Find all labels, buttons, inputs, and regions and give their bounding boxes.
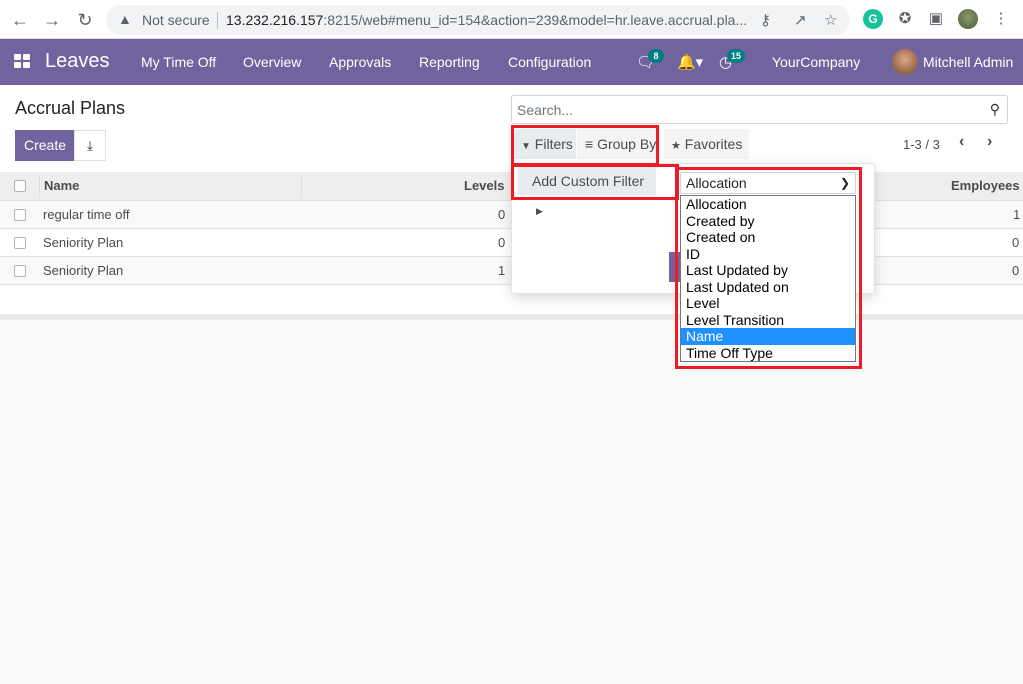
search-input[interactable] bbox=[517, 102, 977, 118]
activities-badge: 15 bbox=[727, 49, 746, 63]
download-icon: ⤓ bbox=[87, 138, 93, 153]
highlight-box-add-custom-filter bbox=[511, 164, 679, 200]
cell-name: regular time off bbox=[43, 207, 130, 222]
highlight-box-filters-groupby bbox=[511, 125, 659, 166]
cell-name: Seniority Plan bbox=[43, 235, 124, 250]
row-checkbox[interactable] bbox=[14, 237, 26, 249]
export-button[interactable]: ⤓ bbox=[74, 130, 106, 161]
address-bar[interactable]: ▲ Not secure 13.232.216.157:8215/web#men… bbox=[106, 5, 850, 35]
profile-icon[interactable] bbox=[958, 9, 978, 29]
messages-badge: 8 bbox=[648, 49, 664, 63]
menu-reporting[interactable]: Reporting bbox=[419, 54, 480, 70]
url-path: :8215/web#menu_id=154&action=239&model=h… bbox=[323, 12, 748, 28]
warning-icon[interactable]: ▲ bbox=[118, 11, 132, 27]
main-navbar: Leaves My Time Off Overview Approvals Re… bbox=[0, 39, 1023, 85]
cell-levels: 1 bbox=[498, 263, 506, 278]
share-icon[interactable]: ↗ bbox=[794, 11, 807, 29]
favorites-label: Favorites bbox=[684, 136, 743, 152]
cell-levels: 0 bbox=[498, 207, 506, 222]
create-button[interactable]: Create bbox=[15, 130, 75, 161]
menu-my-time-off[interactable]: My Time Off bbox=[141, 54, 216, 70]
cell-employees: 0 bbox=[1012, 263, 1020, 278]
column-header-levels[interactable]: Levels bbox=[464, 172, 504, 201]
cell-levels: 0 bbox=[498, 235, 506, 250]
url-text[interactable]: 13.232.216.157:8215/web#menu_id=154&acti… bbox=[226, 12, 747, 28]
key-icon[interactable]: ⚷ bbox=[760, 11, 771, 29]
favorites-star-icon: ★ bbox=[671, 140, 681, 152]
column-divider bbox=[301, 175, 302, 199]
divider bbox=[217, 12, 218, 29]
menu-icon[interactable]: ⋮ bbox=[991, 9, 1011, 29]
user-menu[interactable]: Mitchell Admin bbox=[923, 54, 1013, 70]
highlight-box-field-select bbox=[675, 167, 862, 369]
pager-previous-icon[interactable]: ‹ bbox=[959, 133, 964, 151]
forward-icon[interactable]: → bbox=[40, 8, 64, 32]
user-avatar[interactable] bbox=[892, 49, 918, 75]
page-title: Accrual Plans bbox=[15, 98, 126, 118]
notification-bell-icon[interactable]: 🔔▾ bbox=[677, 53, 703, 71]
cell-employees: 0 bbox=[1012, 235, 1020, 250]
back-icon[interactable]: ← bbox=[8, 8, 32, 32]
url-host: 13.232.216.157 bbox=[226, 12, 324, 28]
security-label[interactable]: Not secure bbox=[142, 12, 210, 28]
row-checkbox[interactable] bbox=[14, 265, 26, 277]
search-icon[interactable]: ⚲ bbox=[990, 101, 1000, 118]
search-bar[interactable]: ⚲ bbox=[511, 95, 1008, 124]
sidepanel-icon[interactable]: ▣ bbox=[926, 9, 946, 29]
menu-overview[interactable]: Overview bbox=[243, 54, 301, 70]
menu-configuration[interactable]: Configuration bbox=[508, 54, 591, 70]
app-name[interactable]: Leaves bbox=[45, 50, 110, 73]
star-icon[interactable]: ☆ bbox=[824, 11, 837, 29]
reload-icon[interactable]: ↻ bbox=[73, 8, 97, 32]
select-all-checkbox[interactable] bbox=[14, 180, 26, 192]
favorites-button[interactable]: ★ Favorites bbox=[664, 129, 749, 159]
column-header-employees[interactable]: Employees bbox=[951, 172, 1020, 201]
column-divider bbox=[39, 175, 40, 199]
column-header-name[interactable]: Name bbox=[44, 172, 79, 201]
pager-next-icon[interactable]: › bbox=[987, 133, 992, 151]
cell-employees: 1 bbox=[1013, 207, 1021, 222]
menu-approvals[interactable]: Approvals bbox=[329, 54, 391, 70]
row-checkbox[interactable] bbox=[14, 209, 26, 221]
company-switcher[interactable]: YourCompany bbox=[772, 54, 860, 70]
table-bottom-border bbox=[0, 314, 1023, 320]
browser-toolbar: ← → ↻ ▲ Not secure 13.232.216.157:8215/w… bbox=[0, 0, 1023, 39]
caret-right-icon: ▶ bbox=[536, 206, 543, 216]
apps-menu-icon[interactable] bbox=[14, 54, 30, 68]
grammarly-icon[interactable]: G bbox=[863, 9, 883, 29]
cell-name: Seniority Plan bbox=[43, 263, 124, 278]
extensions-icon[interactable]: ✪ bbox=[895, 9, 915, 29]
pager-value[interactable]: 1-3 / 3 bbox=[903, 137, 940, 152]
